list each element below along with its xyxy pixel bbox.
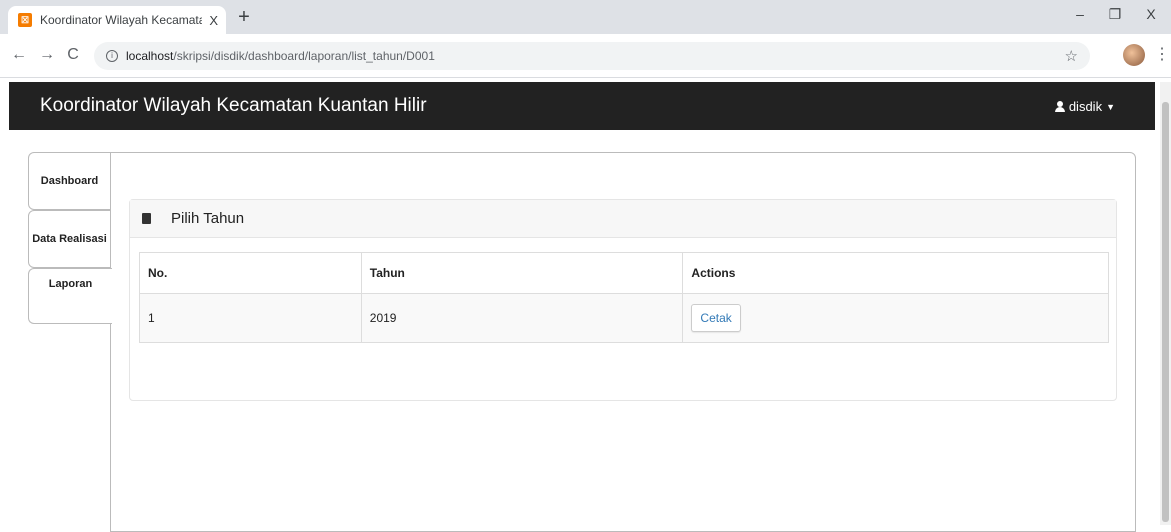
tab-title: Koordinator Wilayah Kecamatan Kuantan Hi…	[40, 13, 202, 27]
favicon-icon: ☒	[18, 13, 32, 27]
app-navbar: Koordinator Wilayah Kecamatan Kuantan Hi…	[9, 82, 1155, 130]
close-window-button[interactable]: X	[1141, 6, 1161, 22]
column-header-no: No.	[139, 252, 362, 294]
back-arrow-icon[interactable]: ←	[8, 44, 30, 66]
tab-close-icon[interactable]: X	[209, 13, 218, 28]
user-icon	[1054, 101, 1065, 112]
user-dropdown[interactable]: disdik ▼	[1054, 99, 1115, 114]
minimize-button[interactable]: –	[1070, 6, 1090, 22]
sidebar-item-data-realisasi[interactable]: Data Realisasi	[28, 210, 111, 268]
url-path: /skripsi/disdik/dashboard/laporan/list_t…	[173, 49, 435, 63]
sidebar-item-dashboard[interactable]: Dashboard	[28, 152, 111, 210]
info-icon[interactable]: i	[106, 50, 118, 62]
table-header-row: No. Tahun Actions	[139, 252, 1109, 294]
page-scrollbar[interactable]	[1160, 82, 1171, 525]
url-host: localhost	[126, 49, 174, 63]
column-header-actions: Actions	[682, 252, 1109, 294]
address-bar[interactable]: i localhost/skripsi/disdik/dashboard/lap…	[94, 42, 1090, 70]
cell-tahun: 2019	[360, 293, 684, 343]
browser-tab[interactable]: ☒ Koordinator Wilayah Kecamatan Kuantan …	[8, 6, 226, 34]
sidebar-item-label: Data Realisasi	[32, 233, 107, 245]
widget-header: Pilih Tahun	[130, 200, 1116, 238]
sidebar-item-laporan[interactable]: Laporan	[28, 268, 112, 324]
widget-title: Pilih Tahun	[171, 210, 245, 227]
more-menu-icon[interactable]: ⋮	[1154, 44, 1170, 64]
profile-avatar[interactable]	[1123, 44, 1145, 66]
year-table: No. Tahun Actions 1 2019 Cetak	[139, 252, 1109, 343]
main-panel: Pilih Tahun No. Tahun Actions 1 2019 Cet…	[110, 152, 1136, 532]
reload-icon[interactable]: C	[62, 44, 84, 66]
browser-tab-strip: ☒ Koordinator Wilayah Kecamatan Kuantan …	[0, 0, 1171, 34]
cell-no: 1	[139, 293, 362, 343]
new-tab-button[interactable]: +	[232, 6, 256, 30]
maximize-button[interactable]: ❐	[1105, 6, 1125, 23]
cetak-button[interactable]: Cetak	[691, 304, 741, 332]
table-row: 1 2019 Cetak	[139, 293, 1109, 343]
pilih-tahun-widget: Pilih Tahun No. Tahun Actions 1 2019 Cet…	[129, 199, 1117, 401]
book-icon	[142, 213, 151, 224]
brand-title[interactable]: Koordinator Wilayah Kecamatan Kuantan Hi…	[40, 95, 427, 117]
column-header-tahun: Tahun	[360, 252, 684, 294]
forward-arrow-icon[interactable]: →	[36, 44, 58, 66]
sidebar-item-label: Dashboard	[40, 175, 99, 187]
sidebar-item-label: Laporan	[48, 278, 93, 290]
cell-actions: Cetak	[682, 293, 1109, 343]
bookmark-star-icon[interactable]: ☆	[1065, 47, 1078, 65]
user-name: disdik	[1068, 99, 1103, 114]
browser-toolbar: ← → C i localhost/skripsi/disdik/dashboa…	[0, 34, 1171, 78]
caret-down-icon: ▼	[1106, 101, 1115, 112]
scrollbar-thumb[interactable]	[1162, 102, 1169, 522]
